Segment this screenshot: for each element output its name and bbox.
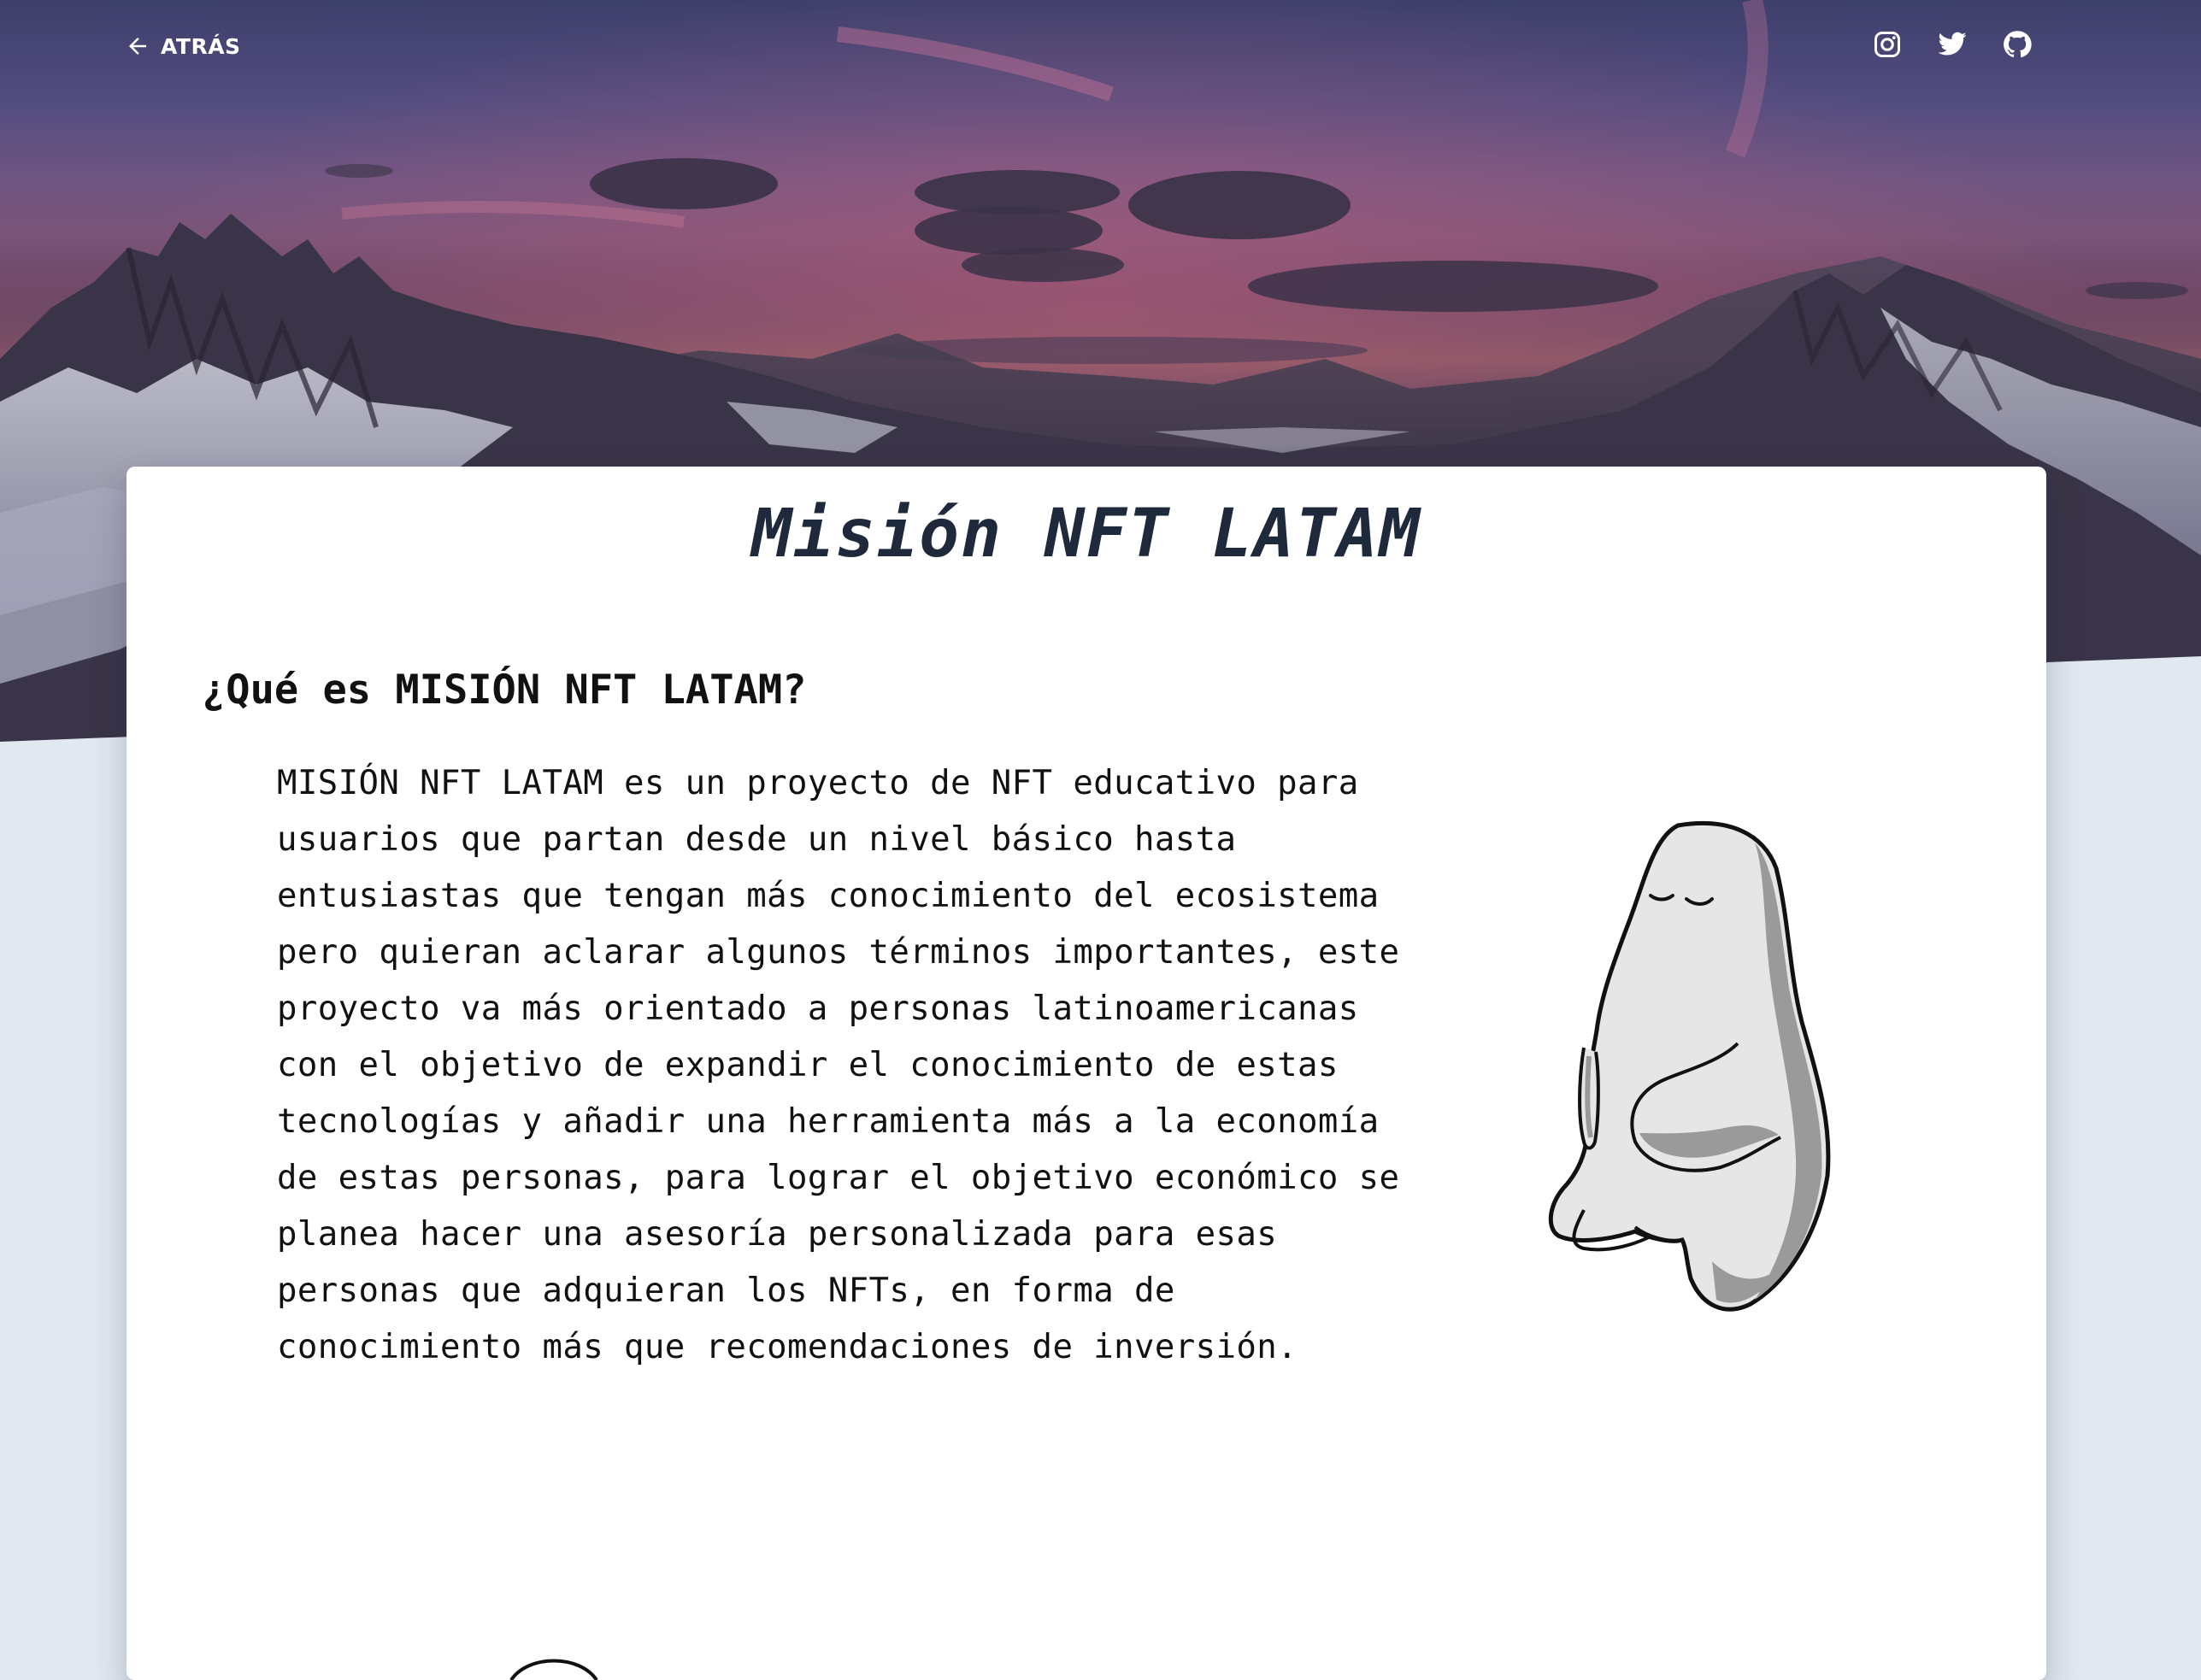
twitter-icon[interactable] [1937,29,1968,60]
back-link[interactable]: ATRÁS [125,29,241,63]
section-paragraph: MISIÓN NFT LATAM es un proyecto de NFT e… [277,764,1400,1366]
ghost-illustration [1548,820,1831,1312]
social-links [1872,29,2033,60]
arrow-left-icon [129,38,146,55]
github-icon[interactable] [2002,29,2033,60]
section-heading: ¿Qué es MISIÓN NFT LATAM? [202,667,807,714]
page-title: Misión NFT LATAM [751,496,1421,573]
top-navigation: ATRÁS [0,0,2201,94]
content-card: Misión NFT LATAM ¿Qué es MISIÓN NFT LATA… [127,467,2046,1680]
back-label: ATRÁS [161,33,241,59]
next-section-illustration [509,1659,598,1680]
instagram-icon[interactable] [1872,29,1903,60]
